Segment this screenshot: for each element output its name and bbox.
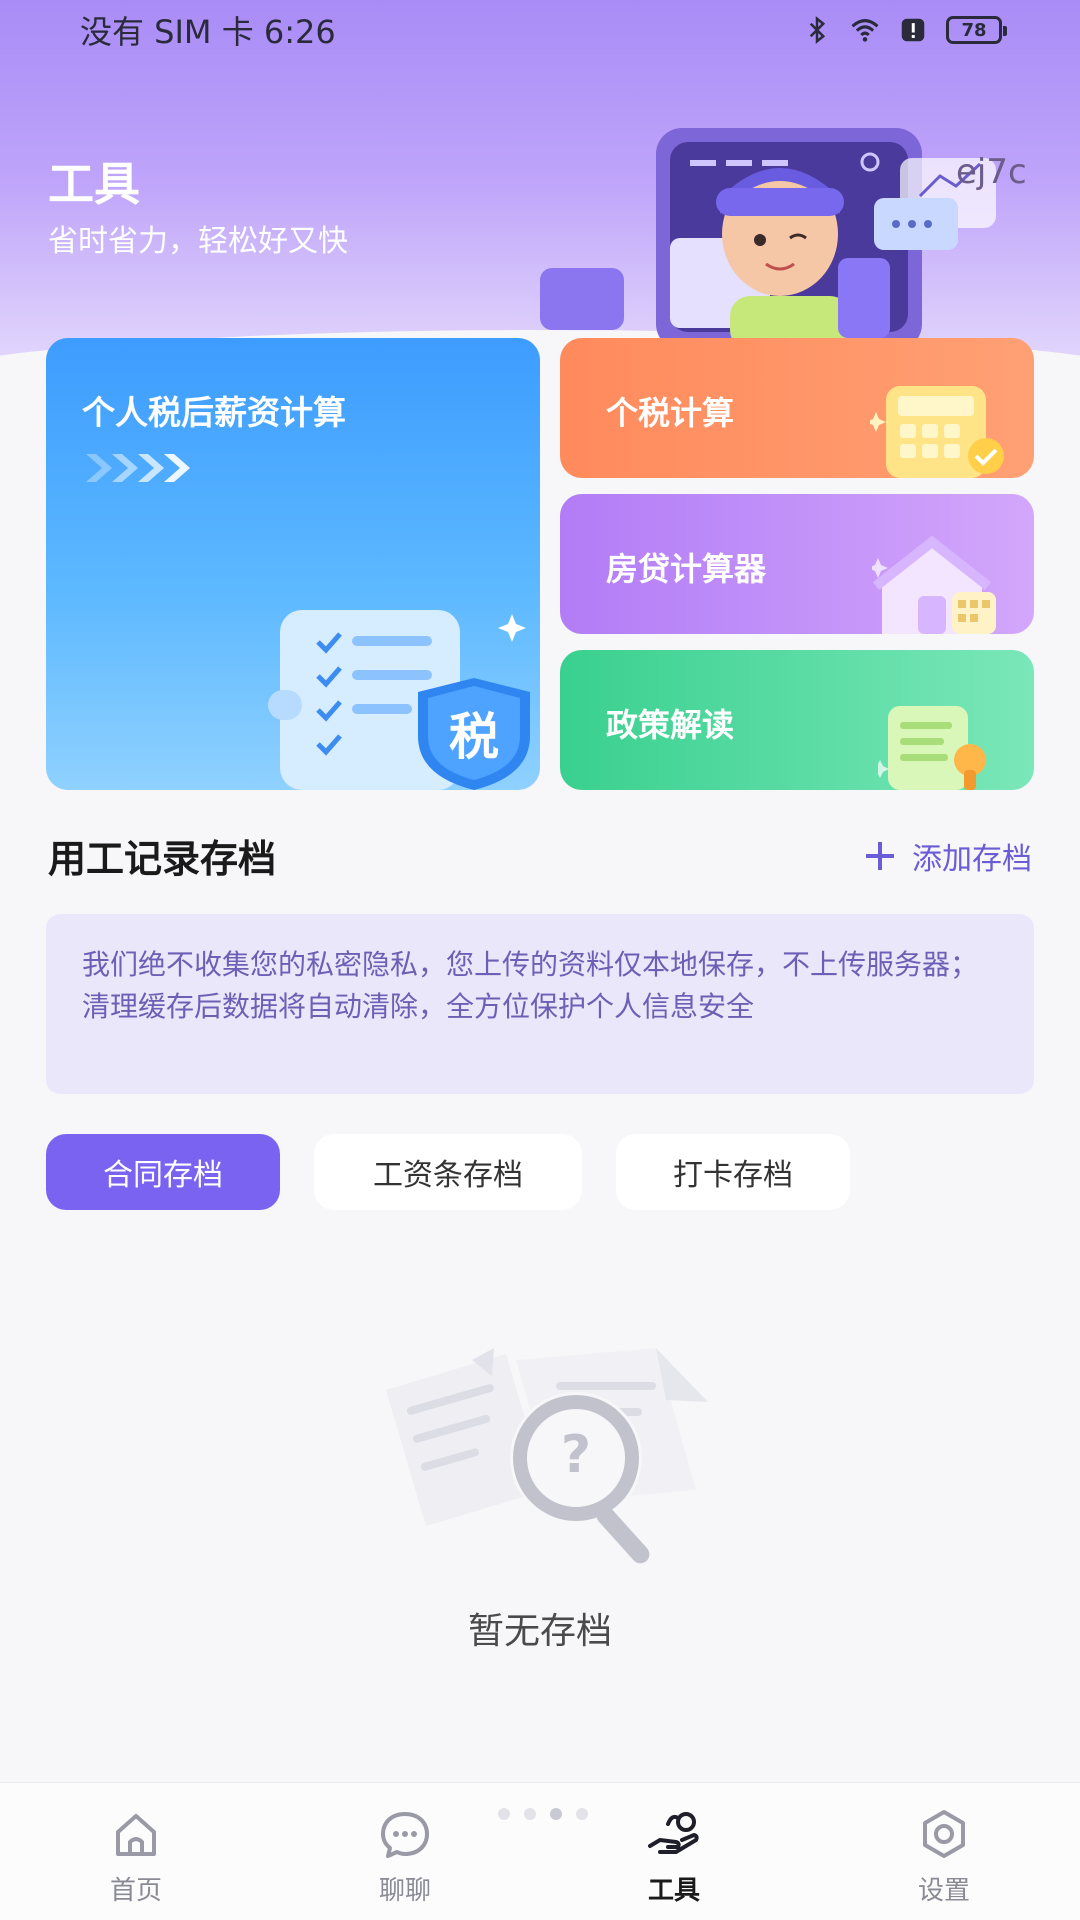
page-dot: [498, 1808, 510, 1820]
privacy-notice: 我们绝不收集您的私密隐私，您上传的资料仅本地保存，不上传服务器；清理缓存后数据将…: [46, 914, 1034, 1094]
wifi-icon: [851, 19, 879, 42]
nav-tools-label: 工具: [647, 1876, 700, 1906]
battery-level: 78: [961, 19, 987, 41]
policy-document-icon: [878, 706, 986, 790]
empty-search-icon: ?: [386, 1348, 708, 1564]
battery-icon: 78: [946, 16, 1007, 44]
nav-settings-label: 设置: [917, 1876, 970, 1906]
tax-card-label: 个税计算: [606, 394, 735, 432]
mortgage-calculator-card[interactable]: 房贷计算器: [560, 494, 1034, 634]
home-icon: [116, 1814, 156, 1856]
carrier-time: 没有 SIM 卡 6:26: [80, 13, 336, 51]
svg-text:?: ?: [561, 1425, 591, 1485]
section-title: 用工记录存档: [48, 837, 277, 881]
policy-interpretation-card[interactable]: 政策解读: [560, 650, 1034, 790]
tax-badge-label: 税: [449, 708, 499, 766]
arrows-icon: [86, 454, 190, 482]
status-bar: 没有 SIM 卡 6:26 78: [0, 0, 1080, 60]
salary-card-label: 个人税后薪资计算: [82, 393, 346, 432]
alert-icon: [901, 18, 925, 42]
page-dot: [576, 1808, 588, 1820]
add-archive-label: 添加存档: [912, 842, 1032, 877]
policy-card-label: 政策解读: [606, 706, 735, 744]
tax-calculator-card[interactable]: 个税计算: [560, 338, 1034, 478]
tab-payslip-archive[interactable]: 工资条存档: [314, 1134, 582, 1210]
page-subtitle: 省时省力，轻松好又快: [48, 224, 348, 259]
nav-chat-label: 聊聊: [378, 1876, 431, 1906]
settings-icon: [923, 1810, 965, 1858]
page-dot: [524, 1808, 536, 1820]
page-indicator: [498, 1808, 588, 1820]
watermark: ej7c: [956, 152, 1027, 192]
add-archive-button[interactable]: 添加存档: [866, 834, 1032, 878]
calculator-icon: [870, 386, 1004, 478]
tab-contract-archive[interactable]: 合同存档: [46, 1134, 280, 1210]
plus-icon: [866, 842, 894, 870]
tax-document-icon: 税: [268, 610, 530, 790]
page-title: 工具: [48, 157, 140, 211]
nav-home[interactable]: 首页: [56, 1806, 216, 1910]
salary-calculator-card[interactable]: 个人税后薪资计算 税: [46, 338, 540, 790]
nav-chat[interactable]: 聊聊: [325, 1806, 485, 1910]
page-dot-active: [550, 1808, 562, 1820]
hero-illustration: [540, 128, 996, 350]
tools-icon: [648, 1812, 699, 1854]
archive-tabs: 合同存档 工资条存档 打卡存档: [46, 1134, 850, 1210]
empty-state-text: 暂无存档: [467, 1611, 612, 1652]
tab-clockin-archive[interactable]: 打卡存档: [616, 1134, 850, 1210]
house-icon: [872, 535, 996, 634]
mortgage-card-label: 房贷计算器: [606, 550, 767, 588]
nav-tools[interactable]: 工具: [594, 1806, 754, 1910]
chat-icon: [381, 1812, 429, 1858]
status-icons: 78: [802, 15, 1007, 45]
nav-settings[interactable]: 设置: [864, 1806, 1024, 1910]
nav-home-label: 首页: [109, 1876, 162, 1906]
bluetooth-icon: [809, 16, 826, 44]
